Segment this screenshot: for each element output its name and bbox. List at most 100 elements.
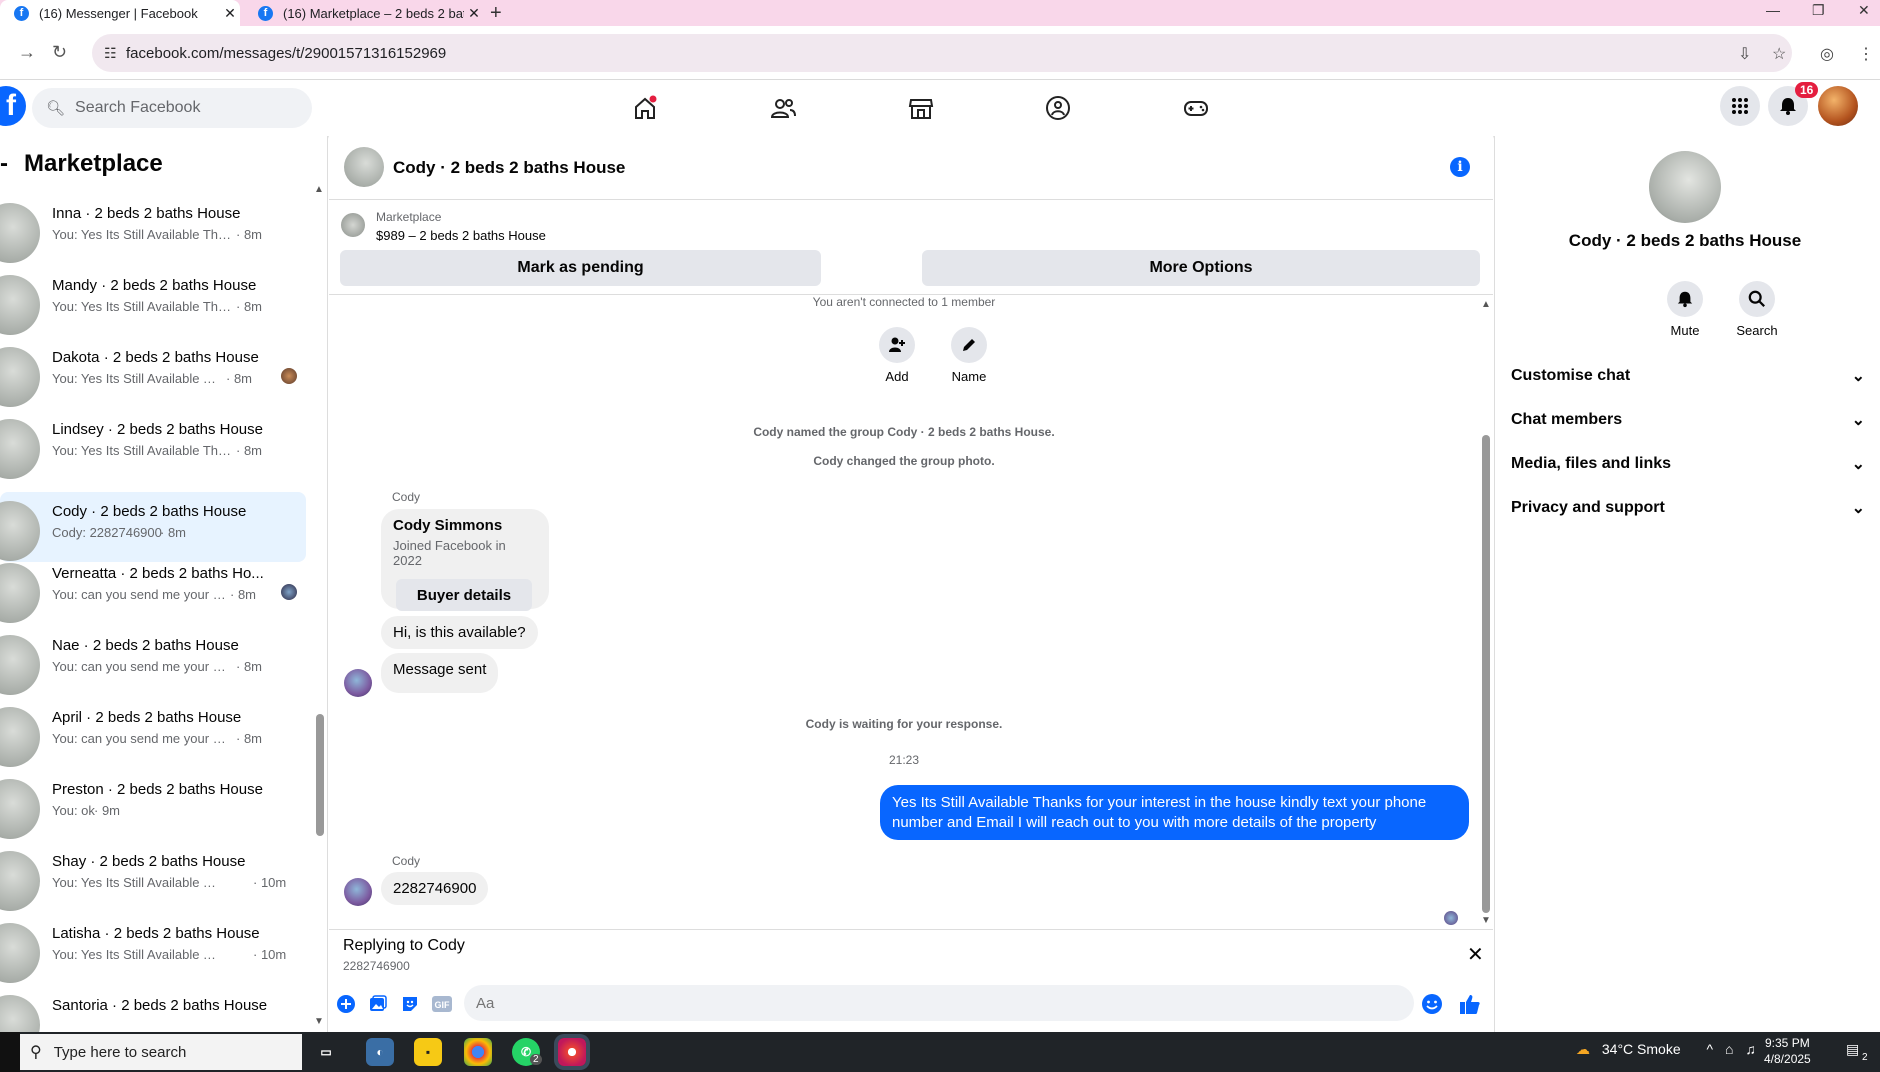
marketplace-icon[interactable] [891, 92, 951, 124]
menu-dots-icon[interactable]: ⋮ [1858, 44, 1874, 64]
conversation-item[interactable]: Santoria · 2 beds 2 baths House [0, 986, 306, 1032]
omnibox[interactable]: ☷ facebook.com/messages/t/29001571316152… [92, 34, 1792, 72]
message-input[interactable] [464, 985, 1414, 1021]
facebook-logo-icon[interactable]: f [0, 86, 26, 126]
conversation-thumbnail [0, 779, 40, 839]
conversation-item[interactable]: Latisha · 2 beds 2 baths House You: Yes … [0, 914, 306, 984]
conversation-item[interactable]: Dakota · 2 beds 2 baths House You: Yes I… [0, 338, 306, 408]
conversation-preview: You: Yes Its Still Available Thanks f... [52, 875, 222, 890]
section-label: Chat members [1511, 411, 1623, 428]
friends-icon[interactable] [753, 92, 813, 124]
outgoing-message[interactable]: Yes Its Still Available Thanks for your … [880, 785, 1469, 840]
minimize-icon[interactable]: — [1766, 2, 1780, 18]
more-options-button[interactable]: More Options [922, 250, 1480, 286]
install-app-icon[interactable]: ⇩ [1738, 44, 1751, 64]
conversation-thumbnail [0, 995, 40, 1032]
scroll-up-arrow-icon[interactable]: ▲ [314, 184, 324, 195]
conversation-thumbnail [0, 635, 40, 695]
tab-marketplace[interactable]: f (16) Marketplace – 2 beds 2 bat ✕ [244, 0, 484, 26]
thumbs-up-icon[interactable] [1459, 993, 1481, 1015]
buyer-details-button[interactable]: Buyer details [396, 579, 532, 611]
info-icon[interactable]: i [1450, 157, 1470, 177]
conversation-item-selected[interactable]: Cody · 2 beds 2 baths House Cody: 228274… [0, 492, 306, 562]
bookmark-star-icon[interactable]: ☆ [1772, 44, 1786, 64]
name-label: Name [951, 369, 987, 384]
tab-messenger[interactable]: f (16) Messenger | Facebook ✕ [0, 0, 240, 26]
sticky-notes-icon[interactable]: ▪ [414, 1038, 442, 1066]
close-reply-icon[interactable]: ✕ [1467, 942, 1484, 967]
conversation-item[interactable]: Inna · 2 beds 2 baths House You: Yes Its… [0, 194, 306, 264]
incoming-message[interactable]: Message sent [381, 653, 499, 693]
network-icon[interactable]: ⌂ [1725, 1041, 1733, 1057]
conversation-time: · 8m [236, 299, 262, 314]
scroll-down-arrow-icon[interactable]: ▼ [314, 1016, 324, 1027]
search-conversation-button[interactable]: Search [1727, 281, 1787, 338]
profile-avatar[interactable] [1818, 86, 1858, 126]
conversation-item[interactable]: Shay · 2 beds 2 baths House You: Yes Its… [0, 842, 306, 912]
conversation-item[interactable]: Preston · 2 beds 2 baths House You: ok ·… [0, 770, 306, 840]
mark-as-pending-button[interactable]: Mark as pending [340, 250, 821, 286]
listing-title[interactable]: $989 – 2 beds 2 baths House [376, 228, 546, 243]
volume-icon[interactable]: ♫ [1745, 1041, 1756, 1057]
mute-button[interactable]: Mute [1655, 281, 1715, 338]
listing-thumbnail[interactable] [341, 213, 365, 237]
gaming-icon[interactable] [1166, 92, 1226, 124]
restore-icon[interactable]: ❐ [1812, 2, 1825, 19]
notification-center-icon[interactable]: ▤ [1846, 1041, 1859, 1058]
section-chat-members[interactable]: Chat members ⌄ [1511, 400, 1865, 440]
add-member-button[interactable]: Add [867, 327, 927, 384]
back-arrow-icon[interactable]: ‐ [0, 150, 8, 178]
plus-circle-icon[interactable] [335, 993, 357, 1015]
scroll-up-arrow-icon[interactable]: ▲ [1481, 299, 1491, 310]
conversation-item[interactable]: Mandy · 2 beds 2 baths House You: Yes It… [0, 266, 306, 336]
taskbar-search[interactable]: ⚲ Type here to search [20, 1034, 302, 1070]
system-message: Cody named the group Cody · 2 beds 2 bat… [753, 425, 1055, 439]
conversation-item[interactable]: Verneatta · 2 beds 2 baths Ho... You: ca… [0, 554, 306, 624]
new-tab-icon[interactable]: + [490, 2, 502, 25]
close-tab-icon[interactable]: ✕ [464, 5, 484, 22]
sidebar-title: Marketplace [24, 150, 163, 177]
start-button[interactable] [0, 1032, 20, 1072]
conversation-thumbnail [0, 203, 40, 263]
site-info-icon[interactable]: ☷ [104, 45, 126, 62]
tray-chevron-icon[interactable]: ^ [1707, 1041, 1714, 1057]
gif-icon[interactable]: GIF [431, 993, 453, 1015]
clock-time: 9:35 PM [1765, 1036, 1810, 1050]
conversation-preview: You: Yes Its Still Available Thanks fo..… [52, 227, 232, 242]
section-privacy-support[interactable]: Privacy and support ⌄ [1511, 488, 1865, 528]
group-photo[interactable] [1649, 151, 1721, 223]
taskbar-clock[interactable]: 9:35 PM 4/8/2025 [1764, 1035, 1811, 1067]
sender-avatar[interactable] [344, 878, 372, 906]
facebook-search[interactable]: 🔍︎ Search Facebook [32, 88, 312, 128]
forward-icon[interactable]: → [18, 42, 36, 63]
emoji-icon[interactable] [1421, 993, 1443, 1015]
sticker-icon[interactable] [399, 993, 421, 1015]
scroll-down-arrow-icon[interactable]: ▼ [1481, 915, 1491, 926]
menu-grid-icon[interactable] [1720, 86, 1760, 126]
section-media-files[interactable]: Media, files and links ⌄ [1511, 444, 1865, 484]
thread-scrollbar[interactable] [1482, 435, 1490, 913]
photo-icon[interactable] [367, 993, 389, 1015]
chrome-profile-icon[interactable] [558, 1038, 586, 1066]
conversation-item[interactable]: Lindsey · 2 beds 2 baths House You: Yes … [0, 410, 306, 480]
task-view-icon[interactable]: ▭ [312, 1038, 340, 1066]
chat-title[interactable]: Cody · 2 beds 2 baths House [393, 158, 625, 178]
close-tab-icon[interactable]: ✕ [220, 5, 240, 22]
app-icon[interactable]: ◐ [366, 1038, 394, 1066]
home-icon[interactable] [615, 92, 675, 124]
incoming-message[interactable]: Hi, is this available? [381, 616, 538, 649]
conversation-item[interactable]: Nae · 2 beds 2 baths House You: can you … [0, 626, 306, 696]
groups-icon[interactable] [1028, 92, 1088, 124]
conversation-item[interactable]: April · 2 beds 2 baths House You: can yo… [0, 698, 306, 768]
incoming-message[interactable]: 2282746900 [381, 872, 489, 905]
sidebar-scrollbar[interactable] [316, 714, 324, 836]
reload-icon[interactable]: ↻ [52, 42, 67, 63]
section-customise-chat[interactable]: Customise chat ⌄ [1511, 356, 1865, 396]
close-window-icon[interactable]: ✕ [1858, 2, 1870, 19]
sender-avatar[interactable] [344, 669, 372, 697]
name-group-button[interactable]: Name [939, 327, 999, 384]
chat-avatar[interactable] [344, 147, 384, 187]
profile-icon[interactable]: ◎ [1820, 44, 1834, 64]
replying-to-label: Replying to Cody [343, 937, 465, 954]
chrome-icon[interactable] [464, 1038, 492, 1066]
